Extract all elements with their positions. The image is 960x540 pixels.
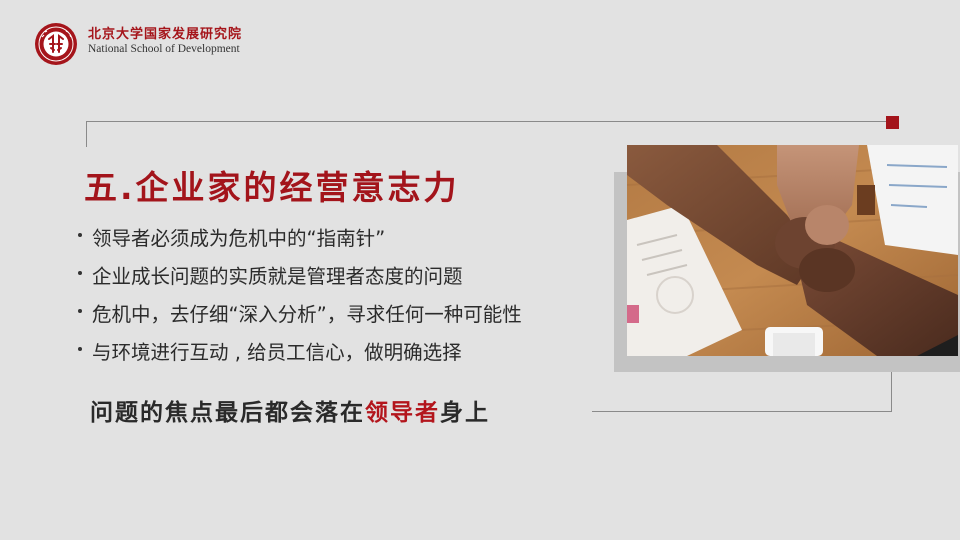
bullet-dot-icon xyxy=(78,309,82,313)
frame-bottom-line xyxy=(592,411,892,412)
bullet-item: 危机中，去仔细“深入分析”，寻求任何一种可能性 xyxy=(78,293,522,331)
bullet-text: 危机中，去仔细“深入分析”，寻求任何一种可能性 xyxy=(92,302,522,326)
bullet-dot-icon xyxy=(78,233,82,237)
bullet-item: 与环境进行互动 , 给员工信心，做明确选择 xyxy=(78,331,522,369)
bullet-dot-icon xyxy=(78,271,82,275)
bullet-list: 领导者必须成为危机中的“指南针” 企业成长问题的实质就是管理者态度的问题 危机中… xyxy=(78,217,522,369)
bullet-dot-icon xyxy=(78,347,82,351)
key-message-highlight: 领导者 xyxy=(365,400,440,426)
frame-top-line xyxy=(86,121,886,122)
institution-logo-text: 北京大学国家发展研究院 National School of Developme… xyxy=(88,27,242,56)
key-message-after: 身上 xyxy=(440,400,490,426)
slide-title: 五.企业家的经营意志力 xyxy=(84,168,460,207)
institution-name-en: National School of Development xyxy=(88,43,240,55)
slide: 北京大学国家发展研究院 National School of Developme… xyxy=(0,0,960,540)
bullet-item: 领导者必须成为危机中的“指南针” xyxy=(78,217,522,255)
bullet-text: 领导者必须成为危机中的“指南针” xyxy=(92,226,386,250)
fist-bump-photo xyxy=(627,145,958,356)
institution-name-cn: 北京大学国家发展研究院 xyxy=(88,27,243,42)
bullet-text: 与环境进行互动 , 给员工信心，做明确选择 xyxy=(92,340,462,364)
corner-square-decoration xyxy=(886,116,899,129)
key-message-before: 问题的焦点最后都会落在 xyxy=(90,400,365,426)
pku-seal-icon xyxy=(35,23,77,65)
bullet-text: 企业成长问题的实质就是管理者态度的问题 xyxy=(92,264,463,288)
frame-left-line xyxy=(86,121,87,147)
key-message: 问题的焦点最后都会落在领导者身上 xyxy=(90,393,490,427)
bullet-item: 企业成长问题的实质就是管理者态度的问题 xyxy=(78,255,522,293)
